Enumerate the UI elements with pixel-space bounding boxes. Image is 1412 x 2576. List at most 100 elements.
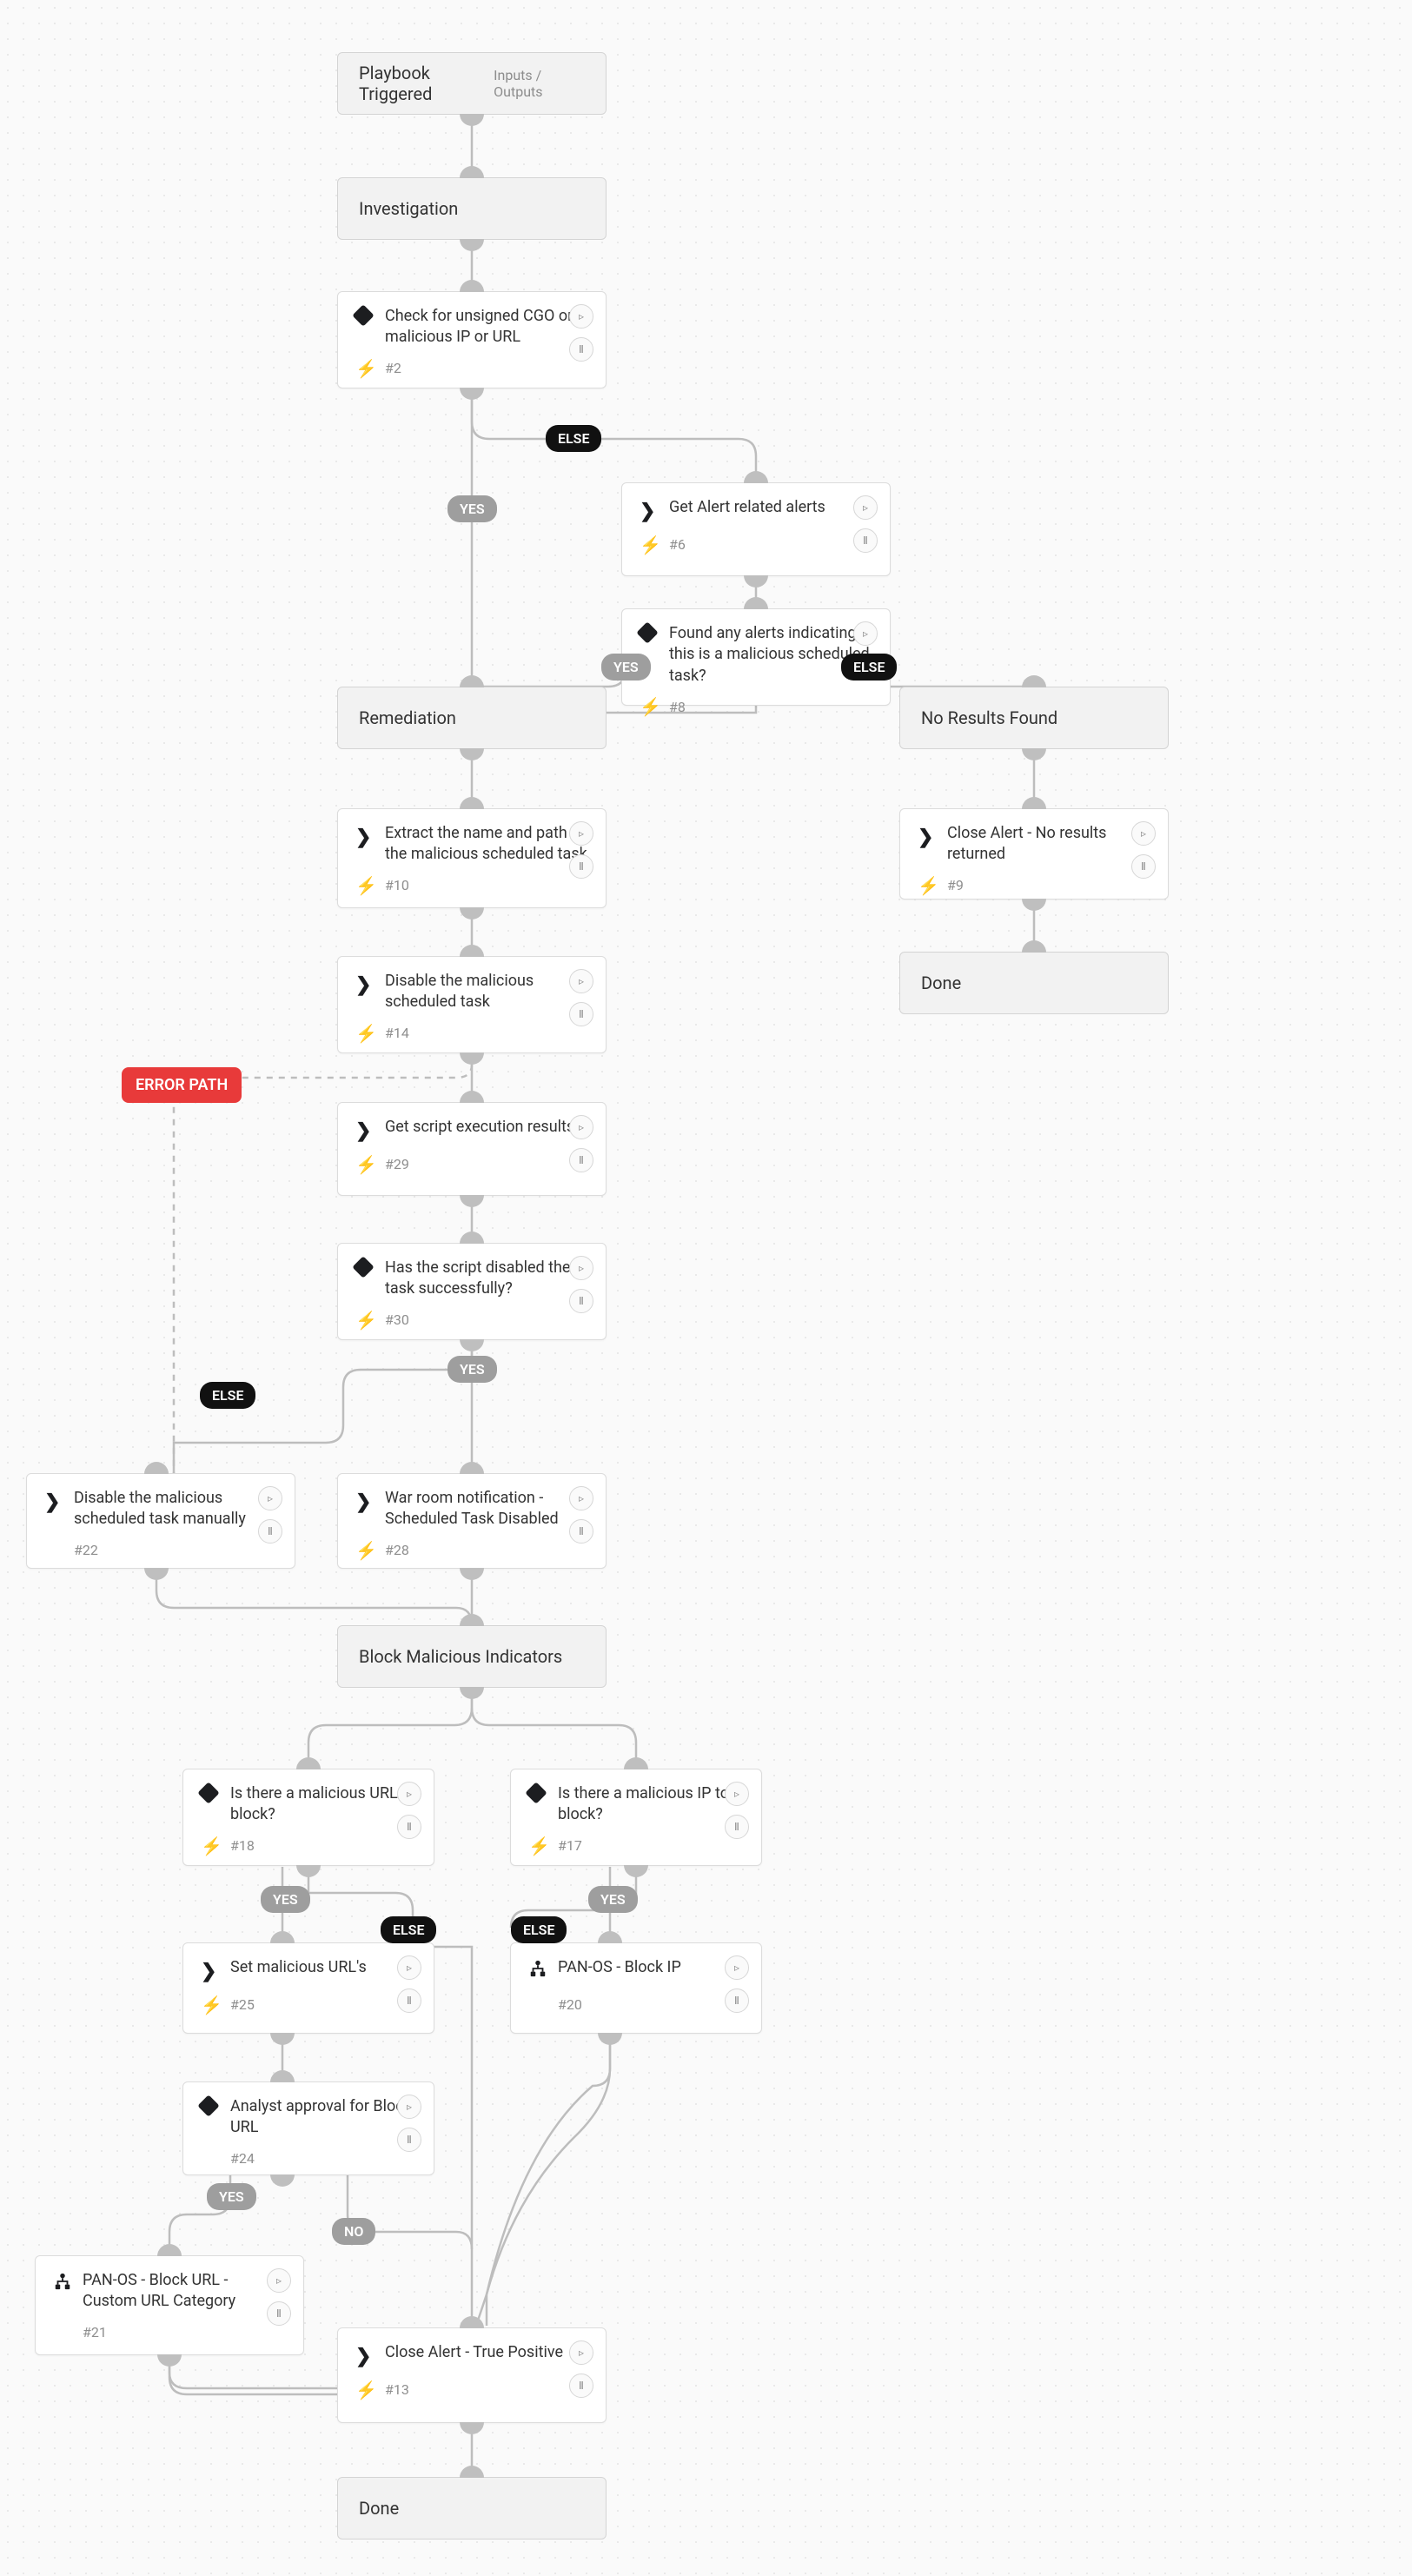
task-id: #14 [385,1024,409,1043]
connector-dot [598,2033,622,2045]
skip-button[interactable]: ▹ [258,1486,282,1510]
node-done[interactable]: Done [337,2477,607,2539]
node-malicious-url-q[interactable]: Is there a malicious URL to block? ⚡ #18… [182,1769,434,1866]
task-title: Close Alert - True Positive [385,2342,588,2370]
connector-dot [144,1568,169,1580]
node-remediation[interactable]: Remediation [337,687,607,749]
task-id: #28 [385,1541,409,1560]
skip-button[interactable]: ▹ [569,1115,593,1139]
connector-dot [270,2174,295,2187]
pause-button[interactable]: Ⅱ [569,1002,593,1026]
node-close-alert-no-results[interactable]: ❯ Close Alert - No results returned ⚡ #9… [899,808,1169,900]
connector-dot [460,388,484,400]
connector-dot [460,2422,484,2434]
node-check-unsigned[interactable]: Check for unsigned CGO or malicious IP o… [337,291,607,388]
skip-button[interactable]: ▹ [725,1955,749,1980]
pause-button[interactable]: Ⅱ [258,1519,282,1544]
bolt-icon: ⚡ [355,1153,385,1177]
skip-button[interactable]: ▹ [397,1955,421,1980]
node-extract-task-path[interactable]: ❯ Extract the name and path of the malic… [337,808,607,908]
node-disable-task[interactable]: ❯ Disable the malicious scheduled task ⚡… [337,956,607,1053]
pause-button[interactable]: Ⅱ [397,1815,421,1839]
node-get-related-alerts[interactable]: ❯ Get Alert related alerts ⚡ #6 ▹ Ⅱ [621,482,891,576]
task-title: Extract the name and path of the malicio… [385,823,588,866]
chevron-icon: ❯ [640,497,669,525]
bolt-icon: ⚡ [355,874,385,898]
node-close-alert-tp[interactable]: ❯ Close Alert - True Positive ⚡ #13 ▹ Ⅱ [337,2327,607,2423]
pause-button[interactable]: Ⅱ [569,1289,593,1313]
task-id: #22 [74,1541,98,1560]
node-malicious-ip-q[interactable]: Is there a malicious IP to block? ⚡ #17 … [510,1769,762,1866]
node-no-results[interactable]: No Results Found [899,687,1169,749]
pause-button[interactable]: Ⅱ [725,1988,749,2013]
skip-button[interactable]: ▹ [569,821,593,846]
skip-button[interactable]: ▹ [569,2340,593,2365]
connector-dot [460,1462,484,1474]
pause-button[interactable]: Ⅱ [853,528,878,553]
node-panos-block-url[interactable]: PAN-OS - Block URL - Custom URL Category… [35,2255,304,2355]
skip-button[interactable]: ▹ [569,969,593,993]
connector-dot [460,945,484,957]
connector-dot [157,2354,182,2367]
inputs-outputs-link[interactable]: Inputs / Outputs [494,67,585,100]
node-get-script-results[interactable]: ❯ Get script execution results ⚡ #29 ▹ Ⅱ [337,1102,607,1196]
pause-button[interactable]: Ⅱ [267,2301,291,2326]
chevron-icon: ❯ [918,823,947,866]
pause-button[interactable]: Ⅱ [569,1148,593,1172]
node-block-indicators[interactable]: Block Malicious Indicators [337,1625,607,1688]
bolt-icon: ⚡ [918,874,947,898]
skip-button[interactable]: ▹ [397,1782,421,1806]
edge-yes: YES [261,1886,310,1913]
pause-button[interactable]: Ⅱ [569,1519,593,1544]
diamond-icon [355,306,385,349]
connector-dot [460,907,484,920]
pause-button[interactable]: Ⅱ [397,2128,421,2152]
edge-else: ELSE [381,1916,436,1943]
skip-button[interactable]: ▹ [725,1782,749,1806]
skip-button[interactable]: ▹ [569,1256,593,1280]
pause-button[interactable]: Ⅱ [1131,854,1156,879]
node-analyst-approval[interactable]: Analyst approval for Block URL ⚡ #24 ▹ Ⅱ [182,2081,434,2175]
connector-dot [744,597,768,609]
node-disable-manually[interactable]: ❯ Disable the malicious scheduled task m… [26,1473,295,1569]
connector-dot [460,166,484,178]
node-done-right[interactable]: Done [899,952,1169,1014]
pause-button[interactable]: Ⅱ [725,1815,749,1839]
pause-button[interactable]: Ⅱ [569,337,593,362]
pause-button[interactable]: Ⅱ [569,854,593,879]
task-title: Has the script disabled the task success… [385,1258,588,1300]
node-investigation[interactable]: Investigation [337,177,607,240]
task-id: #17 [558,1836,582,1856]
node-set-malicious-urls[interactable]: ❯ Set malicious URL's ⚡ #25 ▹ Ⅱ [182,1942,434,2034]
node-playbook-triggered[interactable]: Playbook Triggered Inputs / Outputs [337,52,607,115]
node-script-success[interactable]: Has the script disabled the task success… [337,1243,607,1340]
chevron-icon: ❯ [201,1957,230,1985]
task-title: Found any alerts indicating this is a ma… [669,623,872,687]
skip-button[interactable]: ▹ [1131,821,1156,846]
skip-button[interactable]: ▹ [853,621,878,646]
node-war-room-notify[interactable]: ❯ War room notification - Scheduled Task… [337,1473,607,1569]
connector-dot [460,2466,484,2478]
connector-dot [744,575,768,588]
connector-dot [460,1091,484,1103]
skip-button[interactable]: ▹ [267,2268,291,2293]
edge-yes: YES [207,2183,256,2210]
connector-dot [624,1757,648,1769]
skip-button[interactable]: ▹ [397,2095,421,2119]
skip-button[interactable]: ▹ [569,1486,593,1510]
task-id: #20 [558,1995,582,2015]
section-label: Done [921,973,961,993]
section-label: Block Malicious Indicators [359,1646,562,1667]
bolt-icon: ⚡ [355,1309,385,1332]
node-panos-block-ip[interactable]: PAN-OS - Block IP ⚡ #20 ▹ Ⅱ [510,1942,762,2034]
edge-else: ELSE [546,425,601,452]
pause-button[interactable]: Ⅱ [397,1988,421,2013]
section-label: Investigation [359,198,458,219]
pause-button[interactable]: Ⅱ [569,2374,593,2398]
skip-button[interactable]: ▹ [853,495,878,520]
skip-button[interactable]: ▹ [569,304,593,329]
edge-yes: YES [447,495,497,522]
connector-dot [460,675,484,687]
task-title: Check for unsigned CGO or malicious IP o… [385,306,588,349]
task-id: #30 [385,1311,409,1330]
